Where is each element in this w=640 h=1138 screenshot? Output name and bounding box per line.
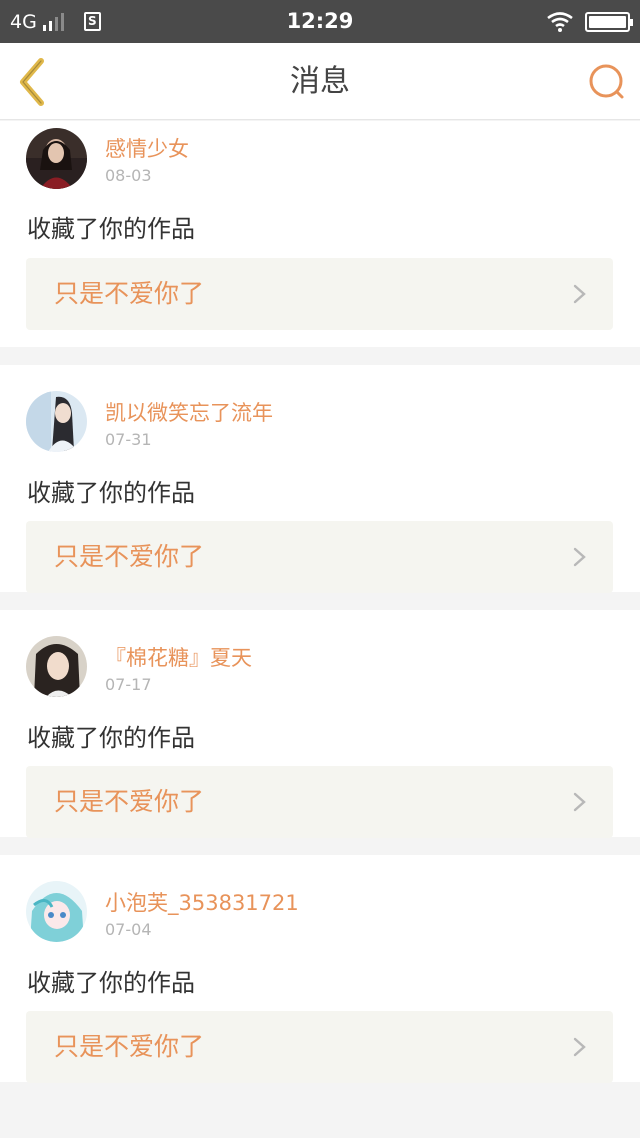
status-right: [547, 0, 633, 43]
username[interactable]: 『棉花糖』夏天: [105, 642, 252, 672]
avatar[interactable]: [26, 128, 87, 189]
status-time: 12:29: [286, 9, 354, 33]
battery-icon: [585, 11, 633, 32]
wifi-icon: [547, 11, 573, 32]
action-text: 收藏了你的作品: [27, 969, 195, 997]
message-card: 凯以微笑忘了流年 07-31 收藏了你的作品 只是不爱你了: [0, 365, 640, 593]
avatar[interactable]: [26, 881, 87, 942]
status-bar: 4G S 12:29: [0, 0, 640, 43]
work-title: 只是不爱你了: [54, 542, 205, 571]
message-card: 『棉花糖』夏天 07-17 收藏了你的作品 只是不爱你了: [0, 610, 640, 838]
username[interactable]: 小泡芙_353831721: [105, 887, 299, 917]
message-list: 感情少女 08-03 收藏了你的作品 只是不爱你了 凯以微笑忘了流年 07-31…: [0, 121, 640, 1100]
message-date: 07-04: [105, 920, 152, 939]
avatar[interactable]: [26, 391, 87, 452]
work-link[interactable]: 只是不爱你了: [26, 1011, 613, 1083]
message-date: 07-17: [105, 675, 152, 694]
nav-bar: 消息: [0, 43, 640, 120]
username[interactable]: 感情少女: [105, 133, 189, 163]
username[interactable]: 凯以微笑忘了流年: [105, 397, 273, 427]
work-title: 只是不爱你了: [54, 787, 205, 816]
work-title: 只是不爱你了: [54, 1032, 205, 1061]
message-card: 小泡芙_353831721 07-04 收藏了你的作品 只是不爱你了: [0, 855, 640, 1083]
work-title: 只是不爱你了: [54, 279, 205, 308]
message-card: 感情少女 08-03 收藏了你的作品 只是不爱你了: [0, 121, 640, 347]
work-link[interactable]: 只是不爱你了: [26, 521, 613, 593]
avatar[interactable]: [26, 636, 87, 697]
action-text: 收藏了你的作品: [27, 215, 195, 243]
message-date: 07-31: [105, 430, 152, 449]
work-link[interactable]: 只是不爱你了: [26, 258, 613, 330]
chevron-right-icon: [573, 547, 586, 567]
search-button[interactable]: [586, 61, 626, 101]
chevron-right-icon: [573, 1037, 586, 1057]
work-link[interactable]: 只是不爱你了: [26, 766, 613, 838]
action-text: 收藏了你的作品: [27, 479, 195, 507]
page-title: 消息: [290, 64, 350, 99]
action-text: 收藏了你的作品: [27, 724, 195, 752]
chevron-right-icon: [573, 792, 586, 812]
search-icon: [589, 64, 624, 99]
chevron-right-icon: [573, 284, 586, 304]
message-date: 08-03: [105, 166, 152, 185]
